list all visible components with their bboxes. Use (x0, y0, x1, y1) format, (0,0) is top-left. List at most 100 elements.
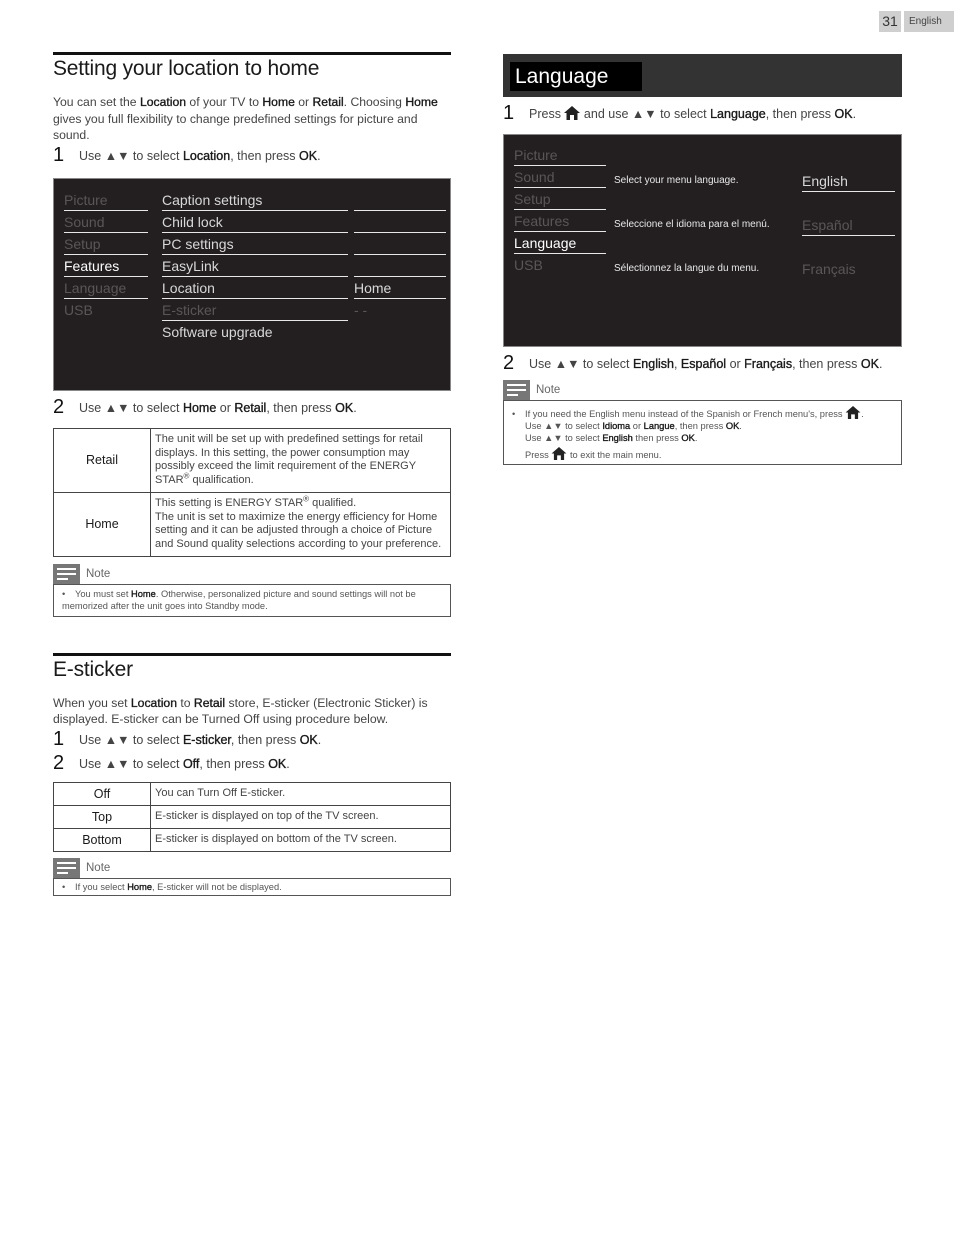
text: . (739, 421, 742, 431)
bold-term: Retail (312, 95, 344, 109)
menu-item: PC settings (162, 233, 348, 255)
category-label: Features (514, 213, 570, 229)
note-box: • If you select Home, E-sticker will not … (53, 877, 451, 896)
bold-term: E-sticker (182, 732, 231, 747)
note-box: • You must set Home. Otherwise, personali… (53, 583, 451, 617)
page-language-tab: English (904, 11, 954, 32)
text: or (216, 400, 235, 415)
table-row: Home This setting is ENERGY STAR® qualif… (53, 491, 451, 557)
bold-term: English (632, 357, 674, 371)
text: Use ▲▼ to select (79, 756, 183, 771)
bold-term: Home (182, 400, 217, 415)
right-column: Language 1 Press and use ▲▼ to select La… (503, 54, 902, 465)
text: If you need the English menu instead of … (525, 409, 846, 419)
menu-category: Sound (64, 211, 148, 233)
home-icon (551, 447, 567, 460)
option-key: Bottom (53, 827, 151, 852)
section-title: Language (510, 62, 642, 91)
step-number: 1 (53, 727, 65, 750)
text: . (694, 433, 698, 443)
step-1: 1 Use ▲▼ to select Location, then press … (53, 144, 451, 168)
home-icon (845, 406, 861, 419)
menu-value-location: Home (354, 277, 446, 299)
text: Use ▲▼ to select (525, 421, 603, 431)
bold-term: Français (744, 357, 793, 371)
text: to exit the main menu. (567, 450, 662, 460)
option-description: E-sticker is displayed on bottom of the … (150, 827, 451, 852)
value-label: - - (354, 301, 368, 318)
bold-term: OK (268, 756, 287, 771)
text: gives you full flexibility to change pre… (53, 111, 418, 143)
menu-category-selected: Language (514, 232, 606, 254)
menu-category: USB (64, 299, 148, 321)
menu-category-selected: Features (64, 255, 148, 277)
text: or (630, 421, 644, 431)
category-label: Picture (514, 147, 558, 163)
section-rule (53, 52, 451, 55)
text: qualification. (189, 473, 254, 486)
table-row: Off You can Turn Off E-sticker. (53, 781, 451, 806)
menu-value (354, 189, 446, 211)
text: Use ▲▼ to select (525, 433, 603, 443)
bold-term: OK (681, 433, 695, 443)
option-description: You can Turn Off E-sticker. (150, 781, 451, 806)
menu-item: EasyLink (162, 255, 348, 277)
text: Use ▲▼ to select (79, 400, 183, 415)
bullet: • (62, 588, 66, 599)
text: of your TV to (186, 95, 263, 109)
option-key: Off (53, 781, 151, 806)
text: , E-sticker will not be displayed. (152, 881, 282, 892)
item-label: PC settings (162, 235, 234, 252)
text: The unit is set to maximize the energy e… (155, 510, 442, 550)
option-key: Home (53, 491, 151, 557)
bold-term: Home (131, 588, 156, 599)
step-2: 2 Use ▲▼ to select English, Español or F… (503, 352, 902, 376)
bold-term: OK (860, 357, 879, 371)
option-description: The unit will be set up with predefined … (150, 427, 451, 493)
menu-value (354, 255, 446, 277)
step-1: 1 Press and use ▲▼ to select Language, t… (503, 102, 902, 126)
category-label: Language (514, 235, 577, 251)
step-number: 1 (53, 143, 65, 166)
bold-term: Location (139, 95, 187, 109)
option-label: Français (802, 261, 856, 277)
bold-term: OK (725, 421, 740, 431)
step-2: 2 Use ▲▼ to select Off, then press OK. (53, 752, 451, 776)
text: You must set (75, 588, 131, 599)
bold-term: Retail (234, 400, 267, 415)
item-label: E-sticker (162, 301, 217, 318)
text: Use ▲▼ to select (79, 732, 183, 747)
text: . (861, 409, 864, 419)
text: or (726, 357, 745, 371)
menu-item: Child lock (162, 211, 348, 233)
menu-category: Picture (64, 189, 148, 211)
step-number: 1 (503, 102, 515, 124)
language-menu-screenshot: Picture Sound Setup Features Language US… (503, 134, 902, 347)
text: Use ▲▼ to select (79, 148, 183, 163)
note-line: Use ▲▼ to select Idioma or Langue, then … (512, 420, 893, 432)
menu-item: Software upgrade (162, 321, 348, 343)
note-label: Note (536, 384, 561, 396)
text: qualified. (309, 497, 357, 509)
text: . (878, 357, 883, 371)
menu-value (354, 211, 446, 233)
category-label: USB (64, 301, 93, 318)
note-label: Note (86, 861, 111, 874)
text: then press (632, 433, 682, 443)
bold-term: Off (182, 756, 200, 771)
text: , then press (792, 357, 861, 371)
bold-term: Home (262, 95, 295, 109)
note-label: Note (86, 567, 111, 580)
text: When you set (53, 695, 131, 710)
note-box: • If you need the English menu instead of… (503, 400, 902, 465)
home-icon (564, 106, 581, 120)
language-title-bar: Language (503, 54, 902, 97)
language-option-espanol: Español (802, 214, 895, 236)
step-1: 1 Use ▲▼ to select E-sticker, then press… (53, 728, 451, 752)
bullet: • (512, 409, 516, 419)
value-label: Home (354, 279, 392, 296)
text: . (286, 756, 290, 771)
item-label: Software upgrade (162, 323, 273, 340)
bold-term: Location (130, 695, 177, 710)
language-option-english: English (802, 170, 895, 192)
